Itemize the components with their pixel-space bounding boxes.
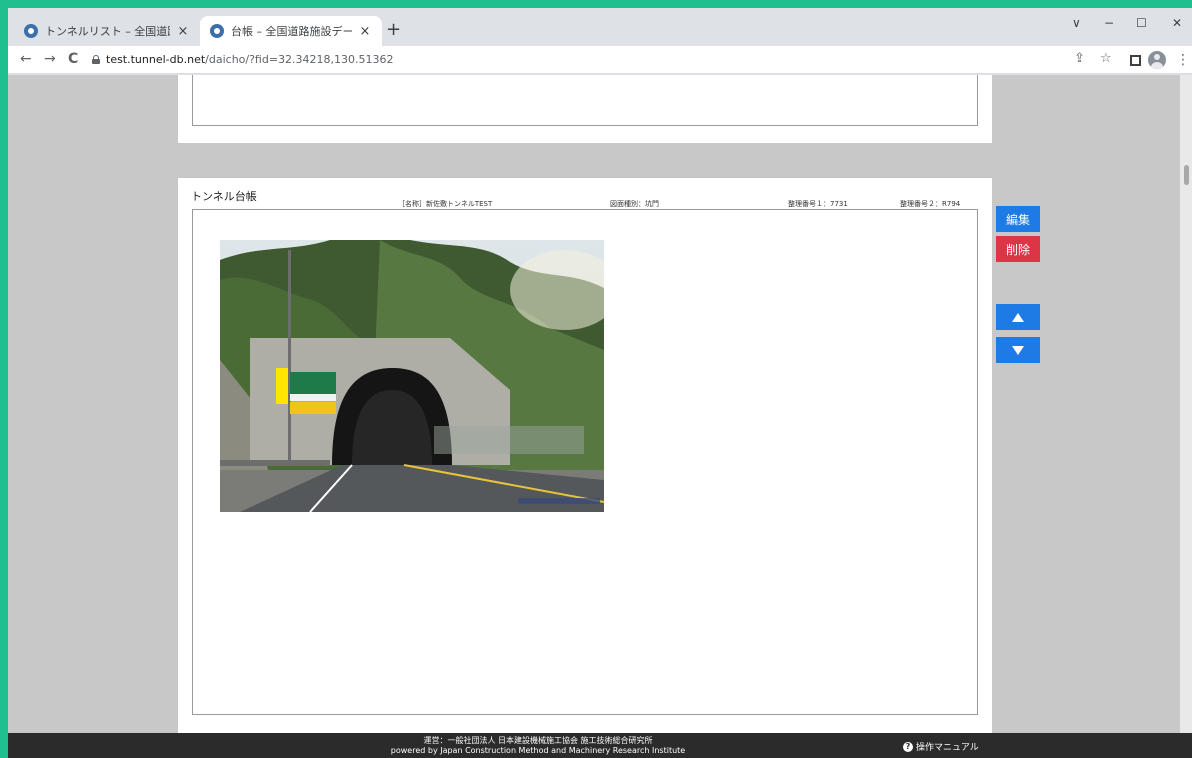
- back-button[interactable]: ←: [20, 51, 32, 67]
- drawing-type: 図面種別：坑門: [610, 200, 659, 208]
- browser-menu-icon[interactable]: ⋮: [1176, 52, 1190, 68]
- delete-button[interactable]: 削除: [996, 236, 1040, 262]
- previous-document-frame: [192, 75, 978, 126]
- tab-close-icon[interactable]: ×: [176, 24, 190, 39]
- side-panel-icon[interactable]: [1130, 55, 1141, 66]
- browser-toolbar: ← → C test.tunnel-db.net/daicho/?fid=32.…: [8, 46, 1192, 74]
- profile-avatar-icon[interactable]: [1148, 51, 1166, 69]
- new-tab-button[interactable]: +: [386, 21, 401, 39]
- footer-operator: 運営：一般社団法人 日本建設機械施工協会 施工技術総合研究所: [423, 736, 653, 745]
- manual-link[interactable]: ? 操作マニュアル: [903, 740, 979, 753]
- tab-strip: トンネルリスト – 全国道路施設データ × 台帳 – 全国道路施設データベース …: [8, 8, 1192, 46]
- move-up-button[interactable]: [996, 304, 1040, 330]
- address-bar[interactable]: test.tunnel-db.net/daicho/?fid=32.34218,…: [106, 53, 394, 66]
- site-footer: 運営：一般社団法人 日本建設機械施工協会 施工技術総合研究所 powered b…: [8, 733, 1192, 758]
- tab-tunnel-list[interactable]: トンネルリスト – 全国道路施設データ ×: [14, 16, 200, 46]
- close-window-button[interactable]: ✕: [1172, 16, 1182, 30]
- tunnel-name: ［名称］新佐敷トンネルTEST: [398, 200, 493, 208]
- site-favicon-icon: [24, 24, 38, 38]
- tab-title: 台帳 – 全国道路施設データベース: [231, 25, 352, 38]
- minimize-button[interactable]: −: [1104, 16, 1114, 30]
- ledger-document-frame: [192, 209, 978, 715]
- move-down-button[interactable]: [996, 337, 1040, 363]
- forward-button[interactable]: →: [44, 51, 56, 67]
- ref-number-2: 整理番号２：R794: [900, 200, 961, 208]
- triangle-down-icon: [1012, 345, 1024, 355]
- footer-organization: 運営：一般社団法人 日本建設機械施工協会 施工技術総合研究所 powered b…: [308, 736, 768, 756]
- previous-ledger-card: [178, 75, 992, 143]
- maximize-button[interactable]: ☐: [1136, 16, 1147, 30]
- bookmark-star-icon[interactable]: ☆: [1100, 51, 1112, 66]
- edit-button[interactable]: 編集: [996, 206, 1040, 232]
- browser-window: トンネルリスト – 全国道路施設データ × 台帳 – 全国道路施設データベース …: [8, 8, 1192, 758]
- scrollbar[interactable]: [1180, 75, 1192, 733]
- tab-close-icon[interactable]: ×: [358, 24, 372, 39]
- url-path: /daicho/?fid=32.34218,130.51362: [205, 53, 394, 66]
- triangle-up-icon: [1012, 312, 1024, 322]
- share-icon[interactable]: ⇪: [1074, 51, 1085, 66]
- help-circle-icon: ?: [903, 741, 913, 752]
- manual-link-label: 操作マニュアル: [916, 743, 979, 753]
- site-favicon-icon: [210, 24, 224, 38]
- url-host: test.tunnel-db.net: [106, 53, 206, 66]
- tunnel-portal-photo: [220, 240, 604, 512]
- ledger-title: トンネル台帳: [191, 190, 257, 203]
- tab-title: トンネルリスト – 全国道路施設データ: [45, 25, 170, 38]
- ref-number-1: 整理番号１：7731: [788, 200, 848, 208]
- scrollbar-thumb[interactable]: [1184, 165, 1189, 185]
- footer-powered-by: powered by Japan Construction Method and…: [390, 746, 686, 755]
- tab-ledger[interactable]: 台帳 – 全国道路施設データベース ×: [200, 16, 382, 46]
- reload-button[interactable]: C: [68, 51, 78, 67]
- tab-search-chevron-icon[interactable]: ∨: [1072, 16, 1081, 30]
- ledger-card: トンネル台帳 ［名称］新佐敷トンネルTEST 図面種別：坑門 整理番号１：773…: [178, 178, 992, 733]
- lock-icon[interactable]: [92, 55, 100, 64]
- page-content: トンネル台帳 ［名称］新佐敷トンネルTEST 図面種別：坑門 整理番号１：773…: [8, 75, 1192, 733]
